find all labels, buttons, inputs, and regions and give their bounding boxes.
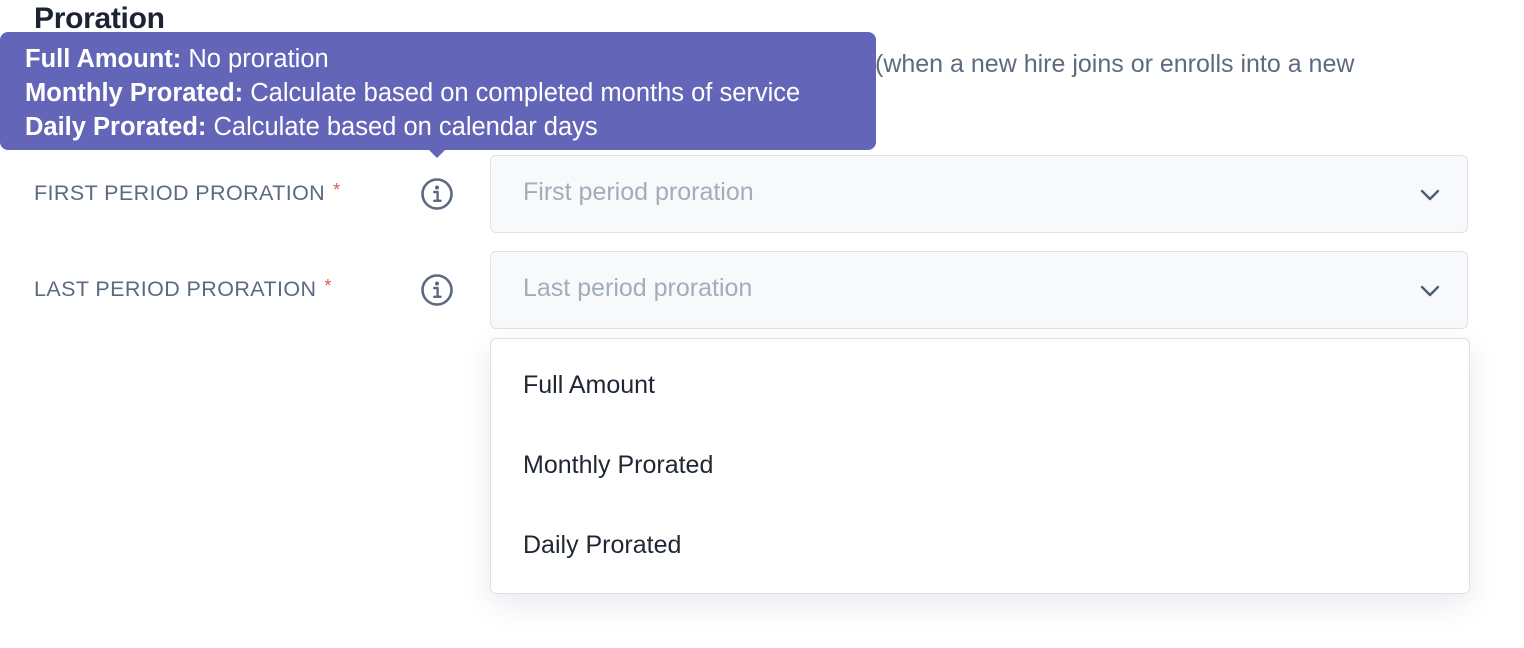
section-description-text: (when a new hire joins or enrolls into a… — [875, 50, 1355, 78]
first-period-label: FIRST PERIOD PRORATION * — [34, 180, 341, 206]
option-daily-prorated[interactable]: Daily Prorated — [523, 531, 681, 560]
tooltip-arrow — [428, 149, 446, 158]
last-period-placeholder: Last period proration — [523, 274, 753, 302]
first-period-select[interactable]: First period proration — [490, 155, 1468, 233]
tooltip-desc: Calculate based on completed months of s… — [250, 79, 801, 107]
tooltip-term: Daily Prorated: — [25, 113, 207, 141]
tooltip-desc: No proration — [188, 45, 329, 73]
last-period-label-text: LAST PERIOD PRORATION — [34, 277, 317, 301]
info-icon[interactable] — [420, 273, 454, 307]
option-full-amount[interactable]: Full Amount — [523, 371, 655, 400]
last-period-select[interactable]: Last period proration — [490, 251, 1468, 329]
option-monthly-prorated[interactable]: Monthly Prorated — [523, 451, 713, 480]
tooltip-term: Monthly Prorated: — [25, 79, 244, 107]
tooltip-line-monthly-prorated: Monthly Prorated: Calculate based on com… — [25, 76, 876, 110]
required-asterisk: * — [333, 180, 341, 200]
first-period-label-text: FIRST PERIOD PRORATION — [34, 181, 326, 205]
proration-page: Proration (when a new hire joins or enro… — [0, 0, 1524, 648]
proration-options-menu: Full Amount Monthly Prorated Daily Prora… — [490, 338, 1470, 594]
tooltip-term: Full Amount: — [25, 45, 182, 73]
tooltip-desc: Calculate based on calendar days — [213, 113, 598, 141]
info-icon[interactable] — [420, 177, 454, 211]
first-period-placeholder: First period proration — [523, 178, 754, 206]
proration-tooltip: Full Amount: No proration Monthly Prorat… — [0, 32, 876, 150]
chevron-down-icon — [1419, 280, 1441, 302]
section-title: Proration — [34, 2, 165, 35]
section-description: (when a new hire joins or enrolls into a… — [875, 50, 1354, 79]
tooltip-line-daily-prorated: Daily Prorated: Calculate based on calen… — [25, 110, 876, 144]
required-asterisk: * — [324, 276, 332, 296]
chevron-down-icon — [1419, 184, 1441, 206]
tooltip-line-full-amount: Full Amount: No proration — [25, 42, 876, 76]
last-period-label: LAST PERIOD PRORATION * — [34, 276, 332, 302]
